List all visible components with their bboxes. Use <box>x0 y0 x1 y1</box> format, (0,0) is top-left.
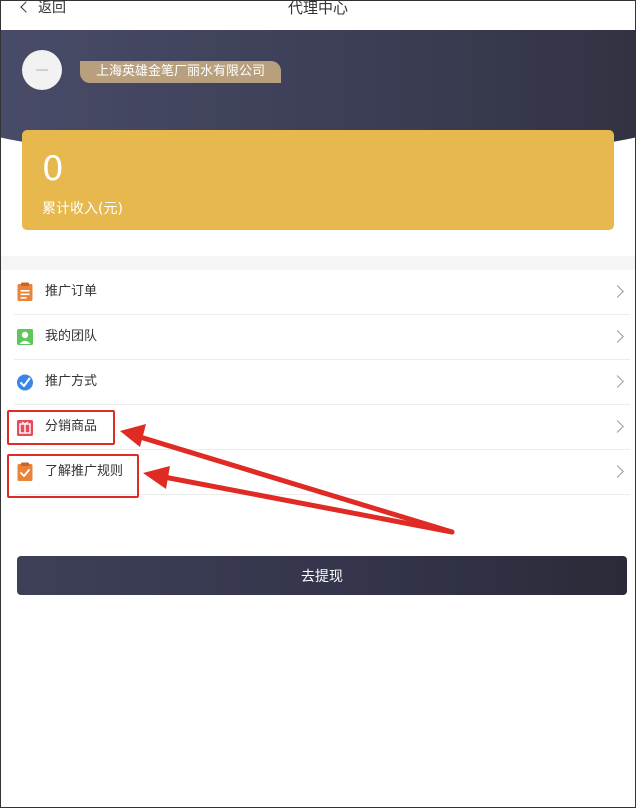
page-title: 代理中心 <box>287 0 348 17</box>
menu-item-promotion-methods[interactable]: 推广方式 <box>0 360 636 405</box>
gift-icon <box>17 420 33 436</box>
menu-list: 推广订单 我的团队 推广方式 分销商品 了解推广规则 <box>0 270 636 495</box>
chevron-right-icon <box>611 420 624 433</box>
team-icon <box>17 329 33 345</box>
menu-item-label: 分销商品 <box>45 419 98 434</box>
income-card: 0 累计收入(元) <box>22 130 614 230</box>
checklist-icon <box>17 462 33 481</box>
menu-item-label: 我的团队 <box>45 329 98 344</box>
clipboard-icon <box>17 282 33 301</box>
section-divider <box>0 256 636 270</box>
withdraw-button[interactable]: 去提现 <box>17 556 627 595</box>
income-label: 累计收入(元) <box>42 201 123 217</box>
menu-item-promotion-orders[interactable]: 推广订单 <box>0 270 636 315</box>
chevron-right-icon <box>611 330 624 343</box>
chevron-right-icon <box>611 375 624 388</box>
compass-icon <box>17 374 33 391</box>
avatar[interactable] <box>22 50 62 90</box>
menu-item-my-team[interactable]: 我的团队 <box>0 315 636 360</box>
menu-item-label: 推广方式 <box>45 374 98 389</box>
company-name-badge: 上海英雄金笔厂丽水有限公司 <box>80 61 282 83</box>
avatar-placeholder-icon <box>36 69 48 71</box>
income-value: 0 <box>42 149 64 189</box>
menu-item-label: 了解推广规则 <box>45 464 124 479</box>
chevron-right-icon <box>611 465 624 478</box>
chevron-right-icon <box>611 285 624 298</box>
menu-item-distribution-products[interactable]: 分销商品 <box>0 405 636 450</box>
menu-item-promotion-rules[interactable]: 了解推广规则 <box>0 450 636 495</box>
menu-item-label: 推广订单 <box>45 284 98 299</box>
nav-bar: 返回 代理中心 <box>0 0 636 28</box>
